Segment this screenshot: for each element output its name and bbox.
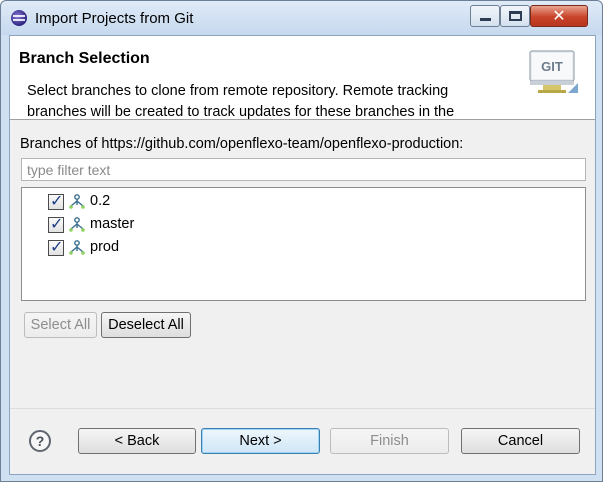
minimize-button[interactable] <box>470 5 500 27</box>
tree-item-master[interactable]: ✓ master <box>22 214 585 236</box>
finish-button[interactable]: Finish <box>330 428 449 454</box>
close-button[interactable]: ✕ <box>530 5 588 27</box>
branch-tree[interactable]: ✓ 0.2 ✓ master ✓ prod <box>21 187 586 301</box>
branch-icon <box>69 217 85 232</box>
import-projects-window: Import Projects from Git ✕ Branch Select… <box>0 0 603 482</box>
minimize-icon <box>480 18 491 21</box>
select-all-button[interactable]: Select All <box>24 312 97 338</box>
dialog-client: Branch Selection Select branches to clon… <box>9 35 596 475</box>
checkmark-icon: ✓ <box>50 214 64 233</box>
maximize-button[interactable] <box>500 5 530 27</box>
tree-item-0-2[interactable]: ✓ 0.2 <box>22 191 585 213</box>
branch-icon <box>69 194 85 209</box>
branches-label: Branches of https://github.com/openflexo… <box>20 136 464 152</box>
git-logo: GIT <box>529 50 578 93</box>
checkmark-icon: ✓ <box>50 191 64 210</box>
branch-checkbox[interactable]: ✓ <box>48 237 64 256</box>
page-title: Branch Selection <box>19 50 150 67</box>
branch-name: prod <box>90 239 120 255</box>
wizard-header: Branch Selection Select branches to clon… <box>10 36 595 120</box>
filter-input[interactable] <box>21 158 586 181</box>
tree-item-prod[interactable]: ✓ prod <box>22 237 585 259</box>
help-icon[interactable]: ? <box>29 430 51 452</box>
close-icon: ✕ <box>552 6 566 25</box>
window-title: Import Projects from Git <box>35 10 194 27</box>
page-description: Select branches to clone from remote rep… <box>27 83 455 120</box>
branch-icon <box>69 240 85 255</box>
maximize-icon <box>509 11 522 21</box>
branch-name: master <box>90 216 135 232</box>
eclipse-icon <box>11 10 27 26</box>
cancel-button[interactable]: Cancel <box>461 428 580 454</box>
branch-checkbox[interactable]: ✓ <box>48 191 64 210</box>
title-bar[interactable]: Import Projects from Git ✕ <box>1 1 602 35</box>
branch-name: 0.2 <box>90 193 111 209</box>
checkmark-icon: ✓ <box>50 237 64 256</box>
back-button[interactable]: < Back <box>78 428 196 454</box>
next-button[interactable]: Next > <box>201 428 320 454</box>
footer-divider <box>10 408 595 409</box>
deselect-all-button[interactable]: Deselect All <box>101 312 191 338</box>
branch-checkbox[interactable]: ✓ <box>48 214 64 233</box>
git-logo-text: GIT <box>541 59 563 74</box>
